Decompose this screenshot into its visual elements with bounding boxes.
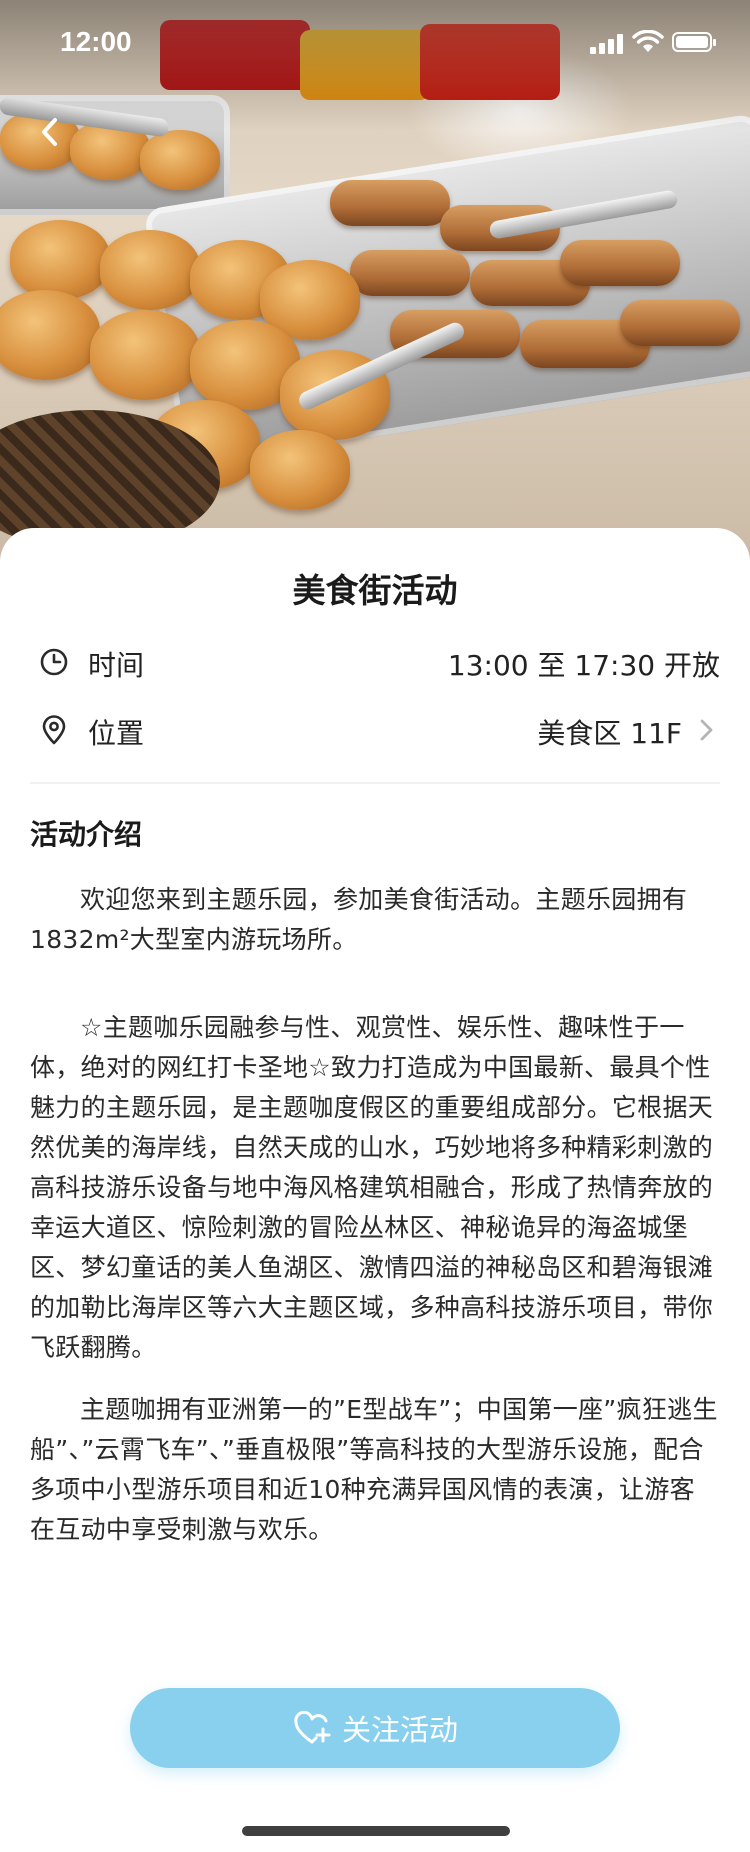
follow-event-button[interactable]: 关注活动 xyxy=(130,1688,620,1768)
event-time-row: 时间 13:00 至 17:30 开放 xyxy=(0,632,750,692)
hero-pastry xyxy=(100,230,200,310)
event-location-row[interactable]: 位置 美食区 11F xyxy=(0,700,750,760)
time-value: 13:00 至 17:30 开放 xyxy=(447,649,720,682)
heart-plus-icon xyxy=(294,1710,331,1744)
back-button[interactable] xyxy=(22,104,78,160)
status-time: 12:00 xyxy=(60,26,132,57)
chevron-right-icon xyxy=(700,719,713,741)
hero-roll xyxy=(350,250,470,296)
hero-roll xyxy=(560,240,680,286)
hero-pastry xyxy=(10,220,110,300)
intro-paragraph: 主题咖拥有亚洲第一的”E型战车”；中国第一座”疯狂逃生船”、”云霄飞车”、”垂直… xyxy=(30,1395,718,1544)
battery-icon xyxy=(672,32,716,52)
signal-icon xyxy=(590,34,624,54)
time-label: 时间 xyxy=(88,649,145,682)
intro-heading: 活动介绍 xyxy=(30,818,143,851)
divider xyxy=(30,782,720,784)
wifi-icon xyxy=(632,30,664,52)
follow-button-label: 关注活动 xyxy=(341,1713,458,1747)
hero-roll xyxy=(620,300,740,346)
hero-pastry xyxy=(250,430,350,510)
intro-paragraph: 欢迎您来到主题乐园，参加美食街活动。主题乐园拥有1832m²大型室内游玩场所。 xyxy=(30,885,688,954)
hero-pastry xyxy=(140,130,220,190)
clock-icon xyxy=(40,648,68,676)
location-value: 美食区 11F xyxy=(537,717,682,750)
event-title: 美食街活动 xyxy=(292,571,458,610)
home-indicator xyxy=(242,1826,510,1836)
intro-paragraph: ☆主题咖乐园融参与性、观赏性、娱乐性、趣味性于一体，绝对的网红打卡圣地☆致力打造… xyxy=(30,1013,714,1362)
hero-pastry xyxy=(0,290,100,380)
hero-roll xyxy=(330,180,450,226)
hero-pastry xyxy=(90,310,200,400)
back-arrow-icon xyxy=(42,118,57,146)
location-label: 位置 xyxy=(88,717,145,750)
location-pin-icon xyxy=(42,715,66,745)
status-bar: 12:00 xyxy=(0,0,750,88)
